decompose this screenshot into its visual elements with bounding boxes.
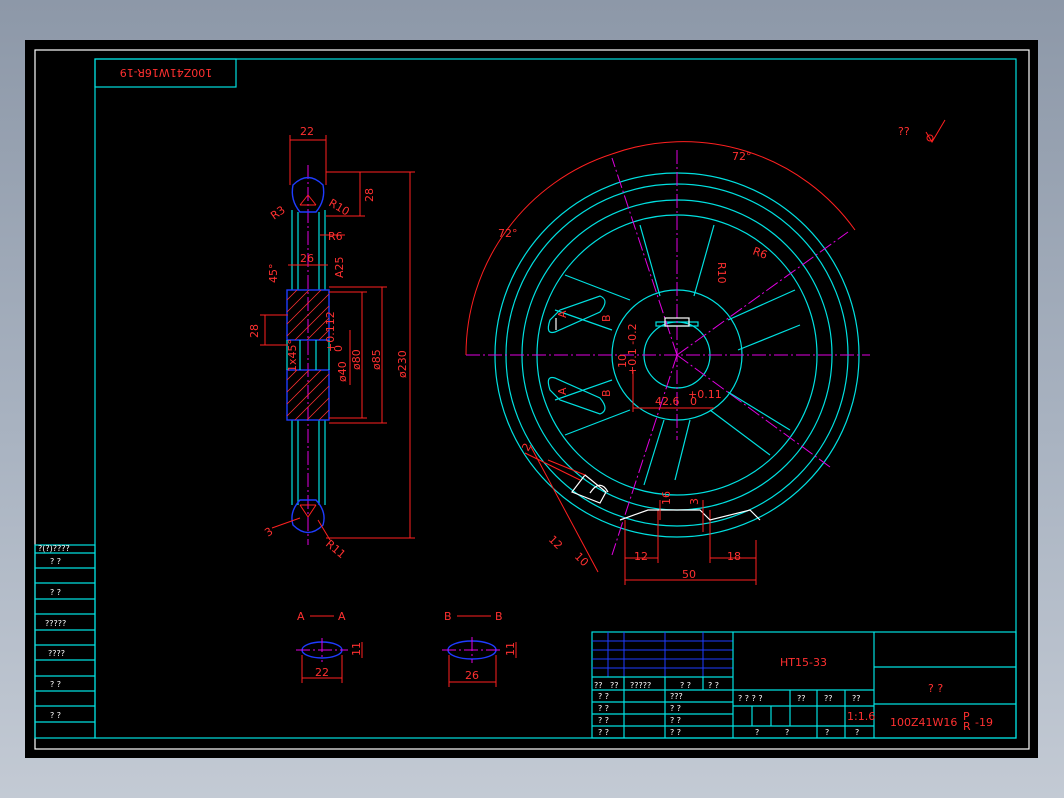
roughness-note: ?? (898, 125, 910, 138)
sign-1-a: ? ? (598, 704, 609, 713)
sign-2-b: ? ? (670, 716, 681, 725)
left-row-6: ? ? (50, 711, 61, 720)
material: HT15-33 (780, 656, 827, 669)
sign-1-b: ? ? (670, 704, 681, 713)
section-aa-width: 22 (315, 666, 329, 679)
stage-label-1: ?? (797, 694, 806, 703)
section-bb-width: 26 (465, 669, 479, 682)
left-row-2: ? ? (50, 588, 61, 597)
dim-d50: 50 (682, 568, 696, 581)
stage-label-0: ? ? ? ? (738, 694, 763, 703)
mirrored-part-code: 100Z41W16R-19 (120, 66, 213, 79)
left-row-0: ?(?)???? (38, 544, 70, 553)
dim-d3: 3 (688, 498, 701, 505)
section-aa-height: 11 (350, 642, 363, 656)
dim-hub-tol-lo: 0 (690, 395, 697, 408)
dim-angle-2: 72° (732, 150, 752, 163)
dim-d40: ø40 (336, 361, 349, 382)
section-b-top: B (600, 314, 613, 322)
sheet-label-0: ? (755, 728, 759, 737)
dim-hub-height: 28 (248, 324, 261, 338)
section-b-bottom: B (600, 389, 613, 397)
stage-label-3: ?? (852, 694, 861, 703)
dim-rim-height: 28 (363, 188, 376, 202)
sheet-label-3: ? (855, 728, 859, 737)
sign-0-a: ? ? (598, 692, 609, 701)
part-suffix-bottom: R (963, 720, 971, 733)
dim-angle-1: 72° (498, 227, 518, 240)
part-suffix-end: -19 (975, 716, 993, 729)
sign-3-a: ? ? (598, 728, 609, 737)
dim-r6: R6 (328, 230, 343, 243)
left-row-5: ? ? (50, 680, 61, 689)
dim-r10-front: R10 (715, 262, 728, 284)
dim-d16: 16 (660, 491, 673, 505)
left-row-4: ???? (48, 649, 65, 658)
section-aa-right: A (338, 610, 346, 623)
dim-keyway-tol: +0.1 -0.2 (626, 323, 639, 375)
header-3: ? ? (680, 681, 691, 690)
part-code: 100Z41W16 (890, 716, 957, 729)
section-aa-left: A (297, 610, 305, 623)
dim-d80: ø80 (350, 349, 363, 370)
sheet-label-2: ? (825, 728, 829, 737)
dim-d230: ø230 (396, 350, 409, 378)
dim-d18: 18 (727, 550, 741, 563)
dim-d40-tol-lo: 0 (332, 345, 345, 352)
sign-0-b: ??? (670, 692, 683, 701)
dim-hub-width: 26 (300, 252, 314, 265)
dim-angle-right: A25 (333, 256, 346, 278)
sign-2-a: ? ? (598, 716, 609, 725)
section-a-bottom: A (556, 387, 569, 395)
left-row-1: ? ? (50, 557, 61, 566)
drawing-viewport: 100Z41W16R-19 ?(?)???? ? ? ? ? ????? ???… (25, 40, 1038, 758)
drawing-sheet (25, 40, 1038, 758)
dim-angle-left: 45° (267, 264, 280, 284)
sheet-label-1: ? (785, 728, 789, 737)
left-row-3: ????? (45, 619, 66, 628)
section-bb-height: 11 (504, 642, 517, 656)
header-4: ? ? (708, 681, 719, 690)
section-a-top: A (556, 310, 569, 318)
part-name: ? ? (928, 682, 943, 695)
header-2: ????? (630, 681, 651, 690)
section-bb-left: B (444, 610, 452, 623)
stage-label-2: ?? (824, 694, 833, 703)
header-1: ?? (610, 681, 619, 690)
dim-d12-bottom: 12 (634, 550, 648, 563)
scale: 1:1.6 (847, 710, 875, 723)
sign-3-b: ? ? (670, 728, 681, 737)
header-0: ?? (594, 681, 603, 690)
dim-d85: ø85 (370, 349, 383, 370)
section-bb-right: B (495, 610, 503, 623)
dim-width-top: 22 (300, 125, 314, 138)
dim-hub: 42.6 (655, 395, 680, 408)
dim-chamfer: 1x45° (286, 339, 299, 372)
